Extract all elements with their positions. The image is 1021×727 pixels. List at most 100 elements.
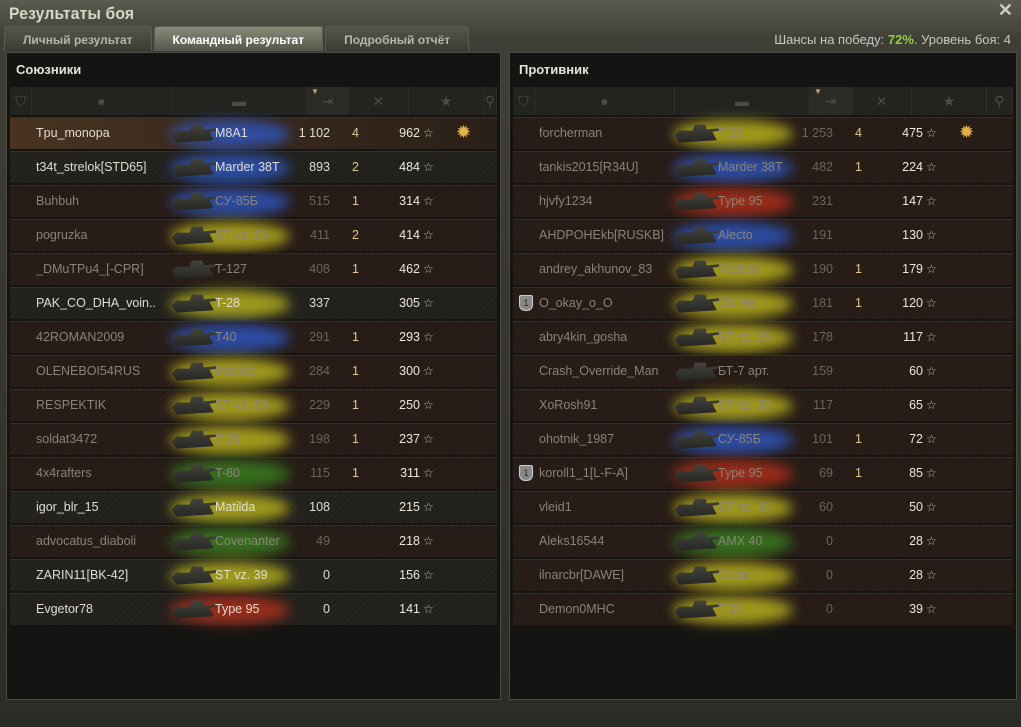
enemies-column-header: ⛉ ● ▬ ⇥ ▼ ✕ ★ ⚲ xyxy=(513,87,1013,115)
experience-value: 305 xyxy=(399,296,420,310)
star-icon: ☆ xyxy=(926,160,937,174)
sort-tank-icon[interactable]: ▬ xyxy=(172,87,307,115)
tank-name: T-28 xyxy=(215,432,241,446)
player-row[interactable]: Buhbuh СУ-85Б 515 1 314 ☆ xyxy=(10,185,497,217)
star-icon: ☆ xyxy=(926,126,937,140)
tank-name: Type 95 xyxy=(718,466,763,480)
sort-experience-icon[interactable]: ★ xyxy=(409,87,484,115)
player-row[interactable]: _DMuTPu4_[-CPR] T-127 408 1 462 ☆ xyxy=(10,253,497,285)
experience-value: 311 xyxy=(400,466,420,480)
damage-value: 411 xyxy=(310,228,330,242)
player-row[interactable]: XoRosh91 ST vz. 39 117 65 ☆ xyxy=(513,389,1013,421)
player-row[interactable]: t34t_strelok[STD65] Marder 38T 893 2 484 ☆ xyxy=(10,151,497,183)
sort-damage-icon[interactable]: ⇥ ▼ xyxy=(307,87,349,115)
enemies-list: forcherman T-28 1 253 4 475 ☆ ✹ tankis2015[R34U… xyxy=(513,117,1013,627)
win-chances: Шансы на победу: 72%. Уровень боя: 4 xyxy=(774,32,1011,47)
tank-name: T-127 xyxy=(215,262,247,276)
frags-value: 1 xyxy=(855,432,862,446)
player-name: ZARIN11[BK-42] xyxy=(36,568,129,582)
tab-detailed-report[interactable]: Подробный отчёт xyxy=(325,26,470,51)
player-row[interactable]: Demon0MHC T-28 0 39 ☆ xyxy=(513,593,1013,625)
sort-medal-icon[interactable]: ⚲ xyxy=(987,87,1013,115)
player-row[interactable]: OLENEBOI54RUS Matilda 284 1 300 ☆ xyxy=(10,355,497,387)
frags-value: 4 xyxy=(352,126,359,140)
tank-name: T-28 xyxy=(718,602,744,616)
player-row[interactable]: Evgetor78 Type 95 0 141 ☆ xyxy=(10,593,497,625)
window-title: Результаты боя xyxy=(9,4,135,23)
experience-value: 293 xyxy=(399,330,420,344)
damage-value: 337 xyxy=(309,296,330,310)
player-row[interactable]: Aleks16544 AMX 40 0 28 ☆ xyxy=(513,525,1013,557)
player-row[interactable]: Crash_Override_Man БТ-7 арт. 159 60 ☆ xyxy=(513,355,1013,387)
player-row[interactable]: 1 koroll1_1[L-F-A] Type 95 69 1 85 ☆ xyxy=(513,457,1013,489)
player-row[interactable]: AHDPOHEkb[RUSKB] Alecto 191 130 ☆ xyxy=(513,219,1013,251)
player-row[interactable]: hjvfy1234 Type 95 231 147 ☆ xyxy=(513,185,1013,217)
player-name: Demon0MHC xyxy=(539,602,615,616)
player-name: Crash_Override_Man xyxy=(539,364,659,378)
player-name: advocatus_diaboli xyxy=(36,534,137,548)
tank-name: Alecto xyxy=(718,228,753,242)
damage-value: 1 253 xyxy=(801,126,833,140)
player-name: Aleks16544 xyxy=(539,534,605,548)
player-row[interactable]: abry4kin_gosha ST vz. 39 178 117 ☆ xyxy=(513,321,1013,353)
player-row[interactable]: pogruzka ST vz. 39 411 2 414 ☆ xyxy=(10,219,497,251)
sort-damage-icon[interactable]: ⇥ ▼ xyxy=(810,87,852,115)
damage-value: 190 xyxy=(812,262,833,276)
frags-value: 1 xyxy=(352,398,359,412)
star-icon: ☆ xyxy=(926,330,937,344)
player-name: forcherman xyxy=(539,126,603,140)
tab-team-result[interactable]: Командный результат xyxy=(153,26,324,51)
sort-arrow-icon: ▼ xyxy=(814,87,822,96)
sort-tank-icon[interactable]: ▬ xyxy=(675,87,810,115)
player-row[interactable]: ohotnik_1987 СУ-85Б 101 1 72 ☆ xyxy=(513,423,1013,455)
sort-squad-icon[interactable]: ⛉ xyxy=(513,87,535,115)
allies-panel: Союзники ⛉ ● ▬ ⇥ ▼ ✕ ★ ⚲ Tpu_monopa M8A1 1 102 4 96… xyxy=(6,52,501,700)
allies-list: Tpu_monopa M8A1 1 102 4 962 ☆ ✹ t34t_strelok[ST… xyxy=(10,117,497,627)
close-icon[interactable]: ✕ xyxy=(998,0,1013,21)
player-name: O_okay_o_O xyxy=(539,296,613,310)
sort-player-icon[interactable]: ● xyxy=(32,87,172,115)
frags-value: 1 xyxy=(352,364,359,378)
player-row[interactable]: advocatus_diaboli Covenanter 49 218 ☆ xyxy=(10,525,497,557)
experience-value: 484 xyxy=(399,160,420,174)
player-row[interactable]: andrey_akhunov_83 Matilda 190 1 179 ☆ xyxy=(513,253,1013,285)
sort-arrow-icon: ▼ xyxy=(311,87,319,96)
player-row[interactable]: 4x4rafters T-80 115 1 311 ☆ xyxy=(10,457,497,489)
player-row[interactable]: RESPEKTIK ST vz. 39 229 1 250 ☆ xyxy=(10,389,497,421)
experience-value: 475 xyxy=(902,126,923,140)
tank-name: Marder 38T xyxy=(718,160,783,174)
player-row[interactable]: forcherman T-28 1 253 4 475 ☆ ✹ xyxy=(513,117,1013,149)
medal-icon: ✹ xyxy=(959,122,975,142)
sort-experience-icon[interactable]: ★ xyxy=(912,87,987,115)
player-name: hjvfy1234 xyxy=(539,194,593,208)
player-row[interactable]: ZARIN11[BK-42] ST vz. 39 0 156 ☆ xyxy=(10,559,497,591)
sort-player-icon[interactable]: ● xyxy=(535,87,675,115)
player-row[interactable]: Tpu_monopa M8A1 1 102 4 962 ☆ ✹ xyxy=(10,117,497,149)
player-row[interactable]: vleid1 ST vz. 39 60 50 ☆ xyxy=(513,491,1013,523)
player-name: _DMuTPu4_[-CPR] xyxy=(36,262,144,276)
experience-value: 28 xyxy=(909,568,923,582)
frags-value: 1 xyxy=(855,160,862,174)
star-icon: ☆ xyxy=(926,466,937,480)
damage-value: 291 xyxy=(309,330,330,344)
star-icon: ☆ xyxy=(926,228,937,242)
player-row[interactable]: igor_blr_15 Matilda 108 215 ☆ xyxy=(10,491,497,523)
sort-medal-icon[interactable]: ⚲ xyxy=(484,87,497,115)
star-icon: ☆ xyxy=(423,330,434,344)
player-row[interactable]: tankis2015[R34U] Marder 38T 482 1 224 ☆ xyxy=(513,151,1013,183)
player-name: pogruzka xyxy=(36,228,88,242)
sort-frags-icon[interactable]: ✕ xyxy=(852,87,912,115)
sort-squad-icon[interactable]: ⛉ xyxy=(10,87,32,115)
player-row[interactable]: 42ROMAN2009 T40 291 1 293 ☆ xyxy=(10,321,497,353)
player-name: RESPEKTIK xyxy=(36,398,107,412)
player-row[interactable]: 1 O_okay_o_O Chi-He 181 1 120 ☆ xyxy=(513,287,1013,319)
player-row[interactable]: soldat3472 T-28 198 1 237 ☆ xyxy=(10,423,497,455)
player-row[interactable]: ilnarcbr[DAWE] Grant 0 28 ☆ xyxy=(513,559,1013,591)
player-name: 42ROMAN2009 xyxy=(36,330,125,344)
star-icon: ☆ xyxy=(423,534,434,548)
win-chances-label: Шансы на победу: xyxy=(774,32,885,47)
sort-frags-icon[interactable]: ✕ xyxy=(349,87,409,115)
player-row[interactable]: PAK_CO_DHA_voin.. T-28 337 305 ☆ xyxy=(10,287,497,319)
tab-personal-result[interactable]: Личный результат xyxy=(4,26,152,51)
experience-value: 156 xyxy=(399,568,420,582)
